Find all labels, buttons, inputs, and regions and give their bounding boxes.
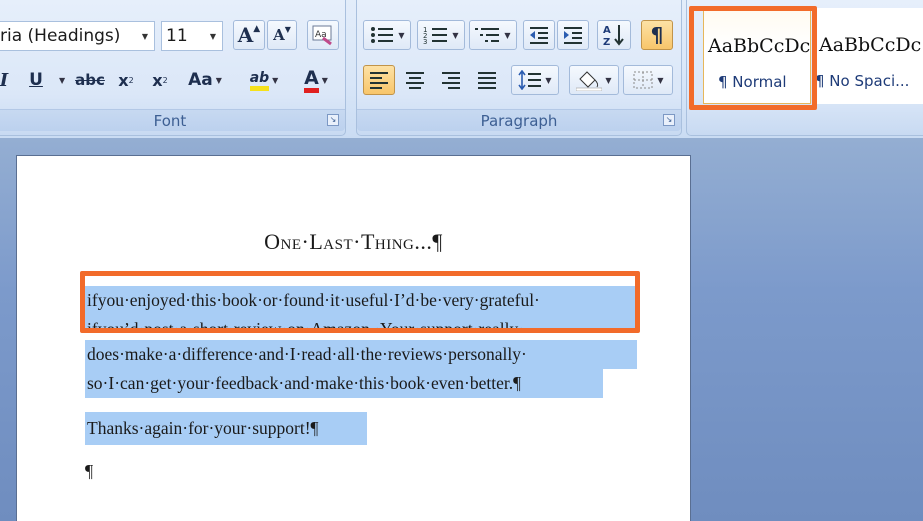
paragraph-group-label: Paragraph <box>357 109 681 131</box>
borders-button[interactable]: ▼ <box>623 65 673 95</box>
superscript-icon: x <box>152 70 163 90</box>
change-case-icon: Aa <box>188 70 213 90</box>
numbering-button[interactable]: 1 2 3 ▼ <box>417 20 465 50</box>
chevron-down-icon[interactable]: ▼ <box>136 22 154 50</box>
bullets-button[interactable]: ▼ <box>363 20 411 50</box>
style-preview: AaBbCcDc <box>819 34 922 56</box>
document-heading: One·Last·Thing...¶ <box>264 229 443 254</box>
selected-text-line: ifyou·enjoyed·this·book·or·found·it·usef… <box>85 286 637 315</box>
text-highlight-button[interactable]: ab ▼ <box>239 65 289 95</box>
ribbon: ria (Headings) ▼ 11 ▼ A ▲ A ▼ Aa I U ▼ a… <box>0 0 923 138</box>
dialog-launcher-icon[interactable]: ↘ <box>663 114 675 126</box>
increase-indent-icon <box>564 27 582 44</box>
subscript-icon: x <box>118 70 129 90</box>
paragraph-mark: ¶ <box>85 461 94 481</box>
paint-bucket-icon <box>576 71 603 91</box>
font-group: ria (Headings) ▼ 11 ▼ A ▲ A ▼ Aa I U ▼ a… <box>0 0 346 136</box>
align-right-button[interactable] <box>435 65 467 95</box>
numbering-icon: 1 2 3 <box>423 26 448 45</box>
decrease-indent-icon <box>530 27 548 44</box>
align-left-icon <box>370 72 388 89</box>
multilevel-list-icon <box>475 28 500 42</box>
chevron-down-icon[interactable]: ▼ <box>204 22 222 50</box>
decrease-indent-button[interactable] <box>523 20 555 50</box>
justify-button[interactable] <box>471 65 503 95</box>
selected-text-line: ifyou’d·post·a·short·review·on·Amazon.·Y… <box>85 315 637 333</box>
svg-text:A: A <box>603 25 611 36</box>
paragraph-group: ▼ 1 2 3 ▼ ▼ A Z ¶ ▼ ▼ ▼ Paragraph ↘ <box>356 0 682 136</box>
increase-indent-button[interactable] <box>557 20 589 50</box>
grow-font-button[interactable]: A ▲ <box>233 20 265 50</box>
align-right-icon <box>442 72 460 89</box>
font-group-label: Font <box>0 109 345 131</box>
shrink-font-button[interactable]: A ▼ <box>267 20 297 50</box>
style-name: ¶ No Spaci... <box>815 72 910 90</box>
font-size-combo[interactable]: 11 ▼ <box>161 21 223 51</box>
change-case-button[interactable]: Aa ▼ <box>183 65 227 95</box>
underline-button[interactable]: U <box>23 65 49 95</box>
italic-button[interactable]: I <box>0 65 13 95</box>
style-no-spacing[interactable]: AaBbCcDc ¶ No Spaci... <box>815 8 923 104</box>
line-spacing-icon <box>518 70 542 90</box>
svg-text:Z: Z <box>603 37 610 47</box>
font-name-combo[interactable]: ria (Headings) ▼ <box>0 21 155 51</box>
strikethrough-icon: abc <box>75 71 105 89</box>
styles-group: AaBbCcDc ¶ Normal AaBbCcDc ¶ No Spaci... <box>686 0 923 136</box>
clear-formatting-icon: Aa <box>312 25 332 46</box>
show-formatting-marks-button[interactable]: ¶ <box>641 20 673 50</box>
multilevel-list-button[interactable]: ▼ <box>469 20 517 50</box>
subscript-button[interactable]: x2 <box>113 65 139 95</box>
font-size-value: 11 <box>166 26 188 46</box>
sort-button[interactable]: A Z <box>597 20 631 50</box>
document-area: One·Last·Thing...¶ ifyou·enjoyed·this·bo… <box>0 138 923 521</box>
selected-text-line: Thanks·again·for·your·support!¶ <box>85 412 367 445</box>
sort-icon: A Z <box>603 25 624 47</box>
dialog-launcher-icon[interactable]: ↘ <box>327 114 339 126</box>
italic-icon: I <box>0 69 9 91</box>
borders-icon <box>633 71 653 89</box>
document-page[interactable]: One·Last·Thing...¶ ifyou·enjoyed·this·bo… <box>16 155 691 521</box>
align-left-button[interactable] <box>363 65 395 95</box>
shrink-font-icon: A <box>273 26 285 44</box>
style-normal[interactable]: AaBbCcDc ¶ Normal <box>703 8 811 104</box>
align-center-icon <box>406 72 424 89</box>
selected-text-line: so·I·can·get·your·feedback·and·make·this… <box>85 369 603 398</box>
grow-font-icon: A <box>237 23 254 47</box>
highlighter-icon: ab <box>249 70 270 91</box>
align-center-button[interactable] <box>399 65 431 95</box>
underline-dropdown-icon[interactable]: ▼ <box>59 76 65 85</box>
svg-text:3: 3 <box>423 38 427 45</box>
font-color-button[interactable]: A ▼ <box>293 65 339 95</box>
line-spacing-button[interactable]: ▼ <box>511 65 559 95</box>
style-preview: AaBbCcDc <box>708 35 811 57</box>
underline-icon: U <box>29 70 43 90</box>
justify-icon <box>478 72 496 89</box>
shading-button[interactable]: ▼ <box>569 65 619 95</box>
selected-text-line: does·make·a·difference·and·I·read·all·th… <box>85 340 637 369</box>
clear-formatting-button[interactable]: Aa <box>307 20 339 50</box>
bullets-icon <box>371 27 394 43</box>
strikethrough-button[interactable]: abc <box>73 65 107 95</box>
pilcrow-icon: ¶ <box>650 23 664 47</box>
font-color-icon: A <box>304 68 319 93</box>
font-name-value: ria (Headings) <box>0 26 121 46</box>
style-name: ¶ Normal <box>718 73 787 91</box>
superscript-button[interactable]: x2 <box>147 65 173 95</box>
